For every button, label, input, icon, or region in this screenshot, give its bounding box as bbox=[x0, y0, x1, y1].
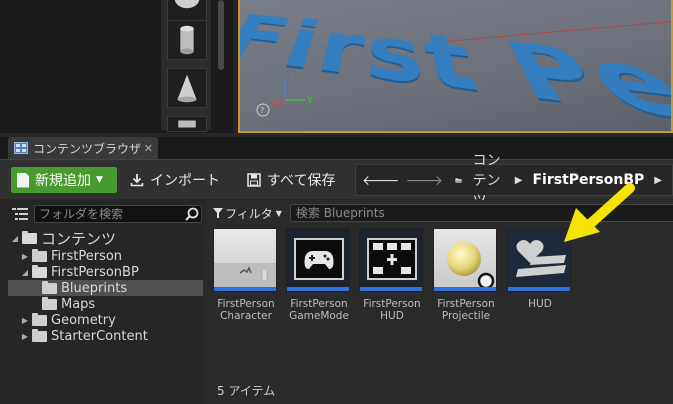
asset-search-placeholder: 検索 Blueprints bbox=[295, 206, 385, 220]
tree-item-label: コンテンツ bbox=[41, 229, 117, 248]
collapse-arrow-icon[interactable]: ▶ bbox=[20, 252, 30, 261]
place-panel bbox=[0, 0, 233, 133]
folder-open-icon bbox=[32, 264, 47, 278]
asset-type-bar bbox=[360, 287, 422, 291]
tab-content-browser[interactable]: コンテンツブラウザ ✕ bbox=[8, 137, 158, 159]
asset-label: HUD bbox=[528, 298, 552, 310]
tree-item-content[interactable]: ◢ コンテンツ bbox=[8, 228, 203, 248]
tree-item-firstperson[interactable]: ▶ FirstPerson bbox=[8, 248, 203, 264]
folder-search-row: フォルダを検索 bbox=[12, 204, 202, 224]
tree-item-label: Blueprints bbox=[61, 280, 128, 296]
tab-title: コンテンツブラウザ bbox=[33, 141, 142, 156]
expand-arrow-icon[interactable]: ◢ bbox=[20, 268, 30, 277]
tree-item-maps[interactable]: Maps bbox=[8, 296, 203, 312]
folder-tree-panel: フォルダを検索 ◢ コンテンツ ▶ FirstPerson ◢ FirstPer… bbox=[8, 200, 203, 404]
breadcrumb-separator-icon[interactable]: ▶ bbox=[654, 175, 662, 186]
asset-label: FirstPerson Character bbox=[217, 298, 275, 322]
svg-text:Z: Z bbox=[288, 72, 295, 83]
close-icon[interactable]: ✕ bbox=[144, 142, 153, 155]
folder-open-icon bbox=[22, 230, 37, 244]
annotation-arrow-icon bbox=[564, 183, 635, 242]
folder-icon bbox=[32, 248, 47, 262]
asset-label: FirstPerson HUD bbox=[363, 298, 421, 322]
cylinder-shape-item[interactable] bbox=[167, 20, 207, 60]
folder-icon bbox=[32, 328, 47, 342]
tree-item-firstpersonbp[interactable]: ◢ FirstPersonBP bbox=[8, 264, 203, 280]
filter-label: フィルタ bbox=[225, 206, 273, 221]
place-shapes-list bbox=[161, 0, 211, 132]
cone-shape-item[interactable] bbox=[167, 68, 207, 108]
asset-label: FirstPerson GameMode bbox=[289, 298, 349, 322]
folder-search-input[interactable]: フォルダを検索 bbox=[34, 205, 202, 223]
tab-bar: コンテンツブラウザ ✕ bbox=[0, 137, 673, 159]
tree-item-geometry[interactable]: ▶ Geometry bbox=[8, 312, 203, 328]
breadcrumb-separator-icon[interactable]: ▶ bbox=[515, 175, 523, 186]
chevron-down-icon: ▼ bbox=[275, 208, 282, 218]
folder-icon bbox=[42, 280, 57, 294]
asset-tile-firstperson-hud[interactable]: FirstPerson HUD bbox=[359, 228, 425, 322]
tree-item-blueprints[interactable]: Blueprints bbox=[8, 280, 203, 296]
asset-type-bar bbox=[287, 287, 349, 291]
save-all-button[interactable]: すべて保存 bbox=[247, 167, 335, 193]
collapse-arrow-icon[interactable]: ▶ bbox=[20, 316, 30, 325]
tree-item-label: FirstPerson bbox=[51, 248, 123, 264]
tree-item-label: Maps bbox=[61, 296, 96, 312]
hud-add-icon bbox=[359, 228, 423, 292]
gamepad-icon bbox=[286, 228, 350, 292]
svg-text:Y: Y bbox=[306, 95, 314, 106]
tree-item-startercontent[interactable]: ▶ StarterContent bbox=[8, 328, 203, 344]
new-document-icon bbox=[17, 172, 29, 188]
folder-open-icon bbox=[455, 177, 463, 183]
folder-search-placeholder: フォルダを検索 bbox=[39, 207, 124, 221]
place-scrollbar[interactable] bbox=[218, 0, 224, 70]
asset-tile-firstperson-projectile[interactable]: FirstPerson Projectile bbox=[433, 228, 499, 322]
back-arrow-icon[interactable]: 🡐 bbox=[362, 172, 400, 189]
tree-toggle-icon[interactable] bbox=[12, 207, 28, 221]
folder-icon bbox=[42, 296, 57, 310]
import-button[interactable]: インポート bbox=[130, 167, 220, 193]
sphere-thumb-icon bbox=[433, 228, 497, 292]
folder-tree: ◢ コンテンツ ▶ FirstPerson ◢ FirstPersonBP Bl… bbox=[8, 228, 203, 344]
box-shape-item[interactable] bbox=[167, 116, 207, 132]
content-browser-icon bbox=[14, 142, 28, 154]
svg-text:X: X bbox=[272, 100, 278, 110]
asset-type-bar bbox=[508, 287, 570, 291]
save-icon bbox=[247, 173, 261, 187]
forward-arrow-icon[interactable]: 🡒 bbox=[406, 172, 444, 189]
folder-icon bbox=[32, 312, 47, 326]
tree-item-label: StarterContent bbox=[51, 328, 148, 344]
chevron-down-icon: ▼ bbox=[96, 175, 103, 185]
tree-item-label: Geometry bbox=[51, 312, 116, 328]
search-icon[interactable] bbox=[185, 207, 199, 221]
add-new-label: 新規追加 bbox=[35, 173, 91, 189]
asset-type-bar bbox=[434, 287, 496, 291]
character-thumb-icon bbox=[213, 228, 277, 292]
asset-count-label: 5 アイテム bbox=[217, 384, 276, 398]
asset-label: FirstPerson Projectile bbox=[437, 298, 495, 322]
collapse-arrow-icon[interactable]: ▶ bbox=[20, 332, 30, 341]
axis-gizmo-icon: Z Y X ? bbox=[256, 72, 314, 117]
save-all-label: すべて保存 bbox=[267, 173, 336, 189]
svg-text:?: ? bbox=[260, 106, 264, 115]
level-viewport[interactable]: First Pers Z Y X ? bbox=[238, 0, 673, 133]
filter-icon bbox=[213, 208, 223, 218]
import-label: インポート bbox=[150, 173, 220, 189]
tree-item-label: FirstPersonBP bbox=[51, 264, 139, 280]
asset-type-bar bbox=[214, 287, 276, 291]
asset-tile-firstperson-character[interactable]: FirstPerson Character bbox=[213, 228, 279, 322]
expand-arrow-icon[interactable]: ◢ bbox=[10, 234, 20, 243]
asset-tile-firstperson-gamemode[interactable]: FirstPerson GameMode bbox=[286, 228, 352, 322]
filter-button[interactable]: フィルタ ▼ bbox=[209, 205, 286, 222]
import-icon bbox=[130, 174, 144, 187]
add-new-button[interactable]: 新規追加 ▼ bbox=[11, 167, 117, 193]
